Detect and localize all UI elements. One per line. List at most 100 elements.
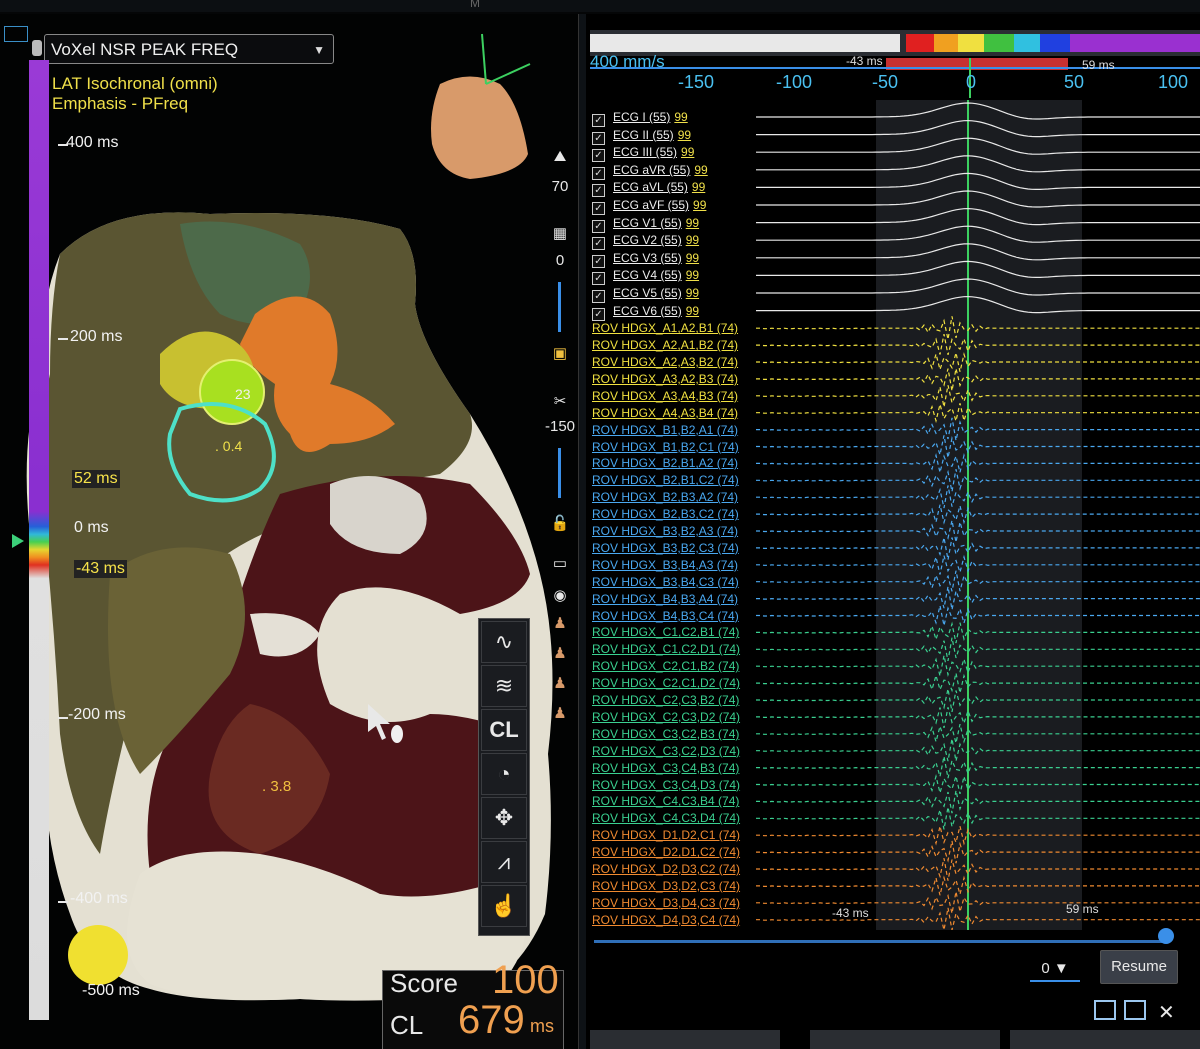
ecg-channel-row[interactable]: ✓ ECG V2 (55) 99 <box>592 233 699 251</box>
torso-view-icon[interactable]: ♟ <box>540 614 578 632</box>
timeline-strip[interactable] <box>590 30 1200 56</box>
unlock-icon[interactable]: 🔓 <box>540 514 578 532</box>
rov-channel-label[interactable]: ROV HDGX_A3,A4,B3 (74) <box>592 389 738 403</box>
noise-tool-icon[interactable]: ⩘ <box>481 841 527 883</box>
channel-checkbox[interactable]: ✓ <box>592 202 605 215</box>
opacity-icon[interactable]: ▦ <box>540 224 578 242</box>
channel-checkbox[interactable]: ✓ <box>592 307 605 321</box>
close-icon[interactable]: ✕ <box>1158 1000 1175 1025</box>
resume-button[interactable]: Resume <box>1100 950 1178 984</box>
ecg-channel-row[interactable]: ✓ ECG V3 (55) 99 <box>592 251 699 268</box>
clip-slider[interactable] <box>558 448 561 498</box>
rov-channel-label[interactable]: ROV HDGX_D1,D2,C1 (74) <box>592 828 740 842</box>
map-type-select[interactable]: VoXel NSR PEAK FREQ ▼ <box>44 34 334 64</box>
channel-checkbox[interactable]: ✓ <box>592 272 605 286</box>
signal-tool-icon[interactable]: ≋ <box>481 665 527 707</box>
rov-channel-label[interactable]: ROV HDGX_A1,A2,B1 (74) <box>592 321 738 335</box>
rov-channel-label[interactable]: ROV HDGX_B2,B3,A2 (74) <box>592 490 738 504</box>
ecg-channel-row[interactable]: ✓ ECG II (55) 99 <box>592 128 691 145</box>
footer-tab[interactable] <box>590 1030 780 1049</box>
scale-lower-bound-label[interactable]: -43 ms <box>74 560 127 578</box>
rov-channel-label[interactable]: ROV HDGX_C1,C2,D1 (74) <box>592 642 740 656</box>
channel-checkbox[interactable]: ✓ <box>592 237 605 251</box>
rov-channel-label[interactable]: ROV HDGX_B3,B2,C3 (74) <box>592 541 739 555</box>
footer-tab[interactable] <box>810 1030 1000 1049</box>
move-icon[interactable]: ✥ <box>481 797 527 839</box>
playback-knob[interactable] <box>1158 928 1174 944</box>
rov-channel-label[interactable]: ROV HDGX_B4,B3,A4 (74) <box>592 592 738 606</box>
rov-channel-label[interactable]: ROV HDGX_C2,C1,D2 (74) <box>592 676 740 690</box>
torso-view-icon[interactable]: ♟ <box>540 704 578 722</box>
rov-channel-label[interactable]: ROV HDGX_C3,C2,B3 (74) <box>592 727 739 741</box>
window-icon[interactable]: ▭ <box>540 554 578 572</box>
lat-color-scale[interactable] <box>29 60 49 1020</box>
channel-checkbox[interactable]: ✓ <box>592 166 605 180</box>
finger-tool-icon[interactable]: ☝ <box>481 885 527 927</box>
waveform-tool-icon[interactable]: ∿ <box>481 621 527 663</box>
rov-channel-label[interactable]: ROV HDGX_B1,B2,A1 (74) <box>592 423 738 437</box>
rov-channel-label[interactable]: ROV HDGX_B2,B3,C2 (74) <box>592 507 739 521</box>
rov-channel-label[interactable]: ROV HDGX_C4,C3,B4 (74) <box>592 794 739 808</box>
channel-checkbox[interactable]: ✓ <box>592 114 605 127</box>
ecg-channel-row[interactable]: ✓ ECG I (55) 99 <box>592 110 688 127</box>
rov-channel-label[interactable]: ROV HDGX_D4,D3,C4 (74) <box>592 913 740 927</box>
lock-icon[interactable] <box>32 40 42 56</box>
rov-channel-label[interactable]: ROV HDGX_B3,B4,C3 (74) <box>592 575 739 589</box>
cl-tool-button[interactable]: CL <box>481 709 527 751</box>
rov-channel-label[interactable]: ROV HDGX_D2,D3,C2 (74) <box>592 862 740 876</box>
scissors-icon[interactable]: ✂ <box>540 392 578 410</box>
rov-channel-label[interactable]: ROV HDGX_B1,B2,C1 (74) <box>592 440 739 454</box>
ecg-channel-row[interactable]: ✓ ECG aVR (55) 99 <box>592 163 708 180</box>
speedometer-icon[interactable]: ◔ <box>481 753 527 795</box>
scale-upper-bound-label[interactable]: 52 ms <box>72 470 120 488</box>
layout-rows-icon[interactable] <box>1094 1000 1116 1020</box>
rov-channel-label[interactable]: ROV HDGX_A2,A1,B2 (74) <box>592 338 738 352</box>
peak-icon[interactable]: ⛰ <box>540 148 578 165</box>
ecg-channel-row[interactable]: ✓ ECG aVF (55) 99 <box>592 198 706 215</box>
rov-channel-label[interactable]: ROV HDGX_C4,C3,D4 (74) <box>592 811 740 825</box>
channel-checkbox[interactable]: ✓ <box>592 184 605 198</box>
rov-channel-label[interactable]: ROV HDGX_D3,D2,C3 (74) <box>592 879 740 893</box>
rov-channel-label[interactable]: ROV HDGX_B3,B4,A3 (74) <box>592 558 738 572</box>
rov-channel-label[interactable]: ROV HDGX_A2,A3,B2 (74) <box>592 355 738 369</box>
footer-tab[interactable] <box>1010 1030 1200 1049</box>
rov-channel-label[interactable]: ROV HDGX_C2,C3,D2 (74) <box>592 710 740 724</box>
channel-checkbox[interactable]: ✓ <box>592 149 605 163</box>
rov-channel-label[interactable]: ROV HDGX_B2,B1,A2 (74) <box>592 456 738 470</box>
rov-channel-label[interactable]: ROV HDGX_C2,C1,B2 (74) <box>592 659 739 673</box>
eye-icon[interactable]: ◉ <box>540 586 578 604</box>
torso-orientation-icon[interactable] <box>431 33 531 179</box>
rov-channel-label[interactable]: ROV HDGX_D2,D1,C2 (74) <box>592 845 740 859</box>
opacity-slider[interactable] <box>558 282 561 332</box>
rov-channel-label[interactable]: ROV HDGX_C2,C3,B2 (74) <box>592 693 739 707</box>
channel-checkbox[interactable]: ✓ <box>592 219 605 233</box>
rov-channel-label[interactable]: ROV HDGX_B3,B2,A3 (74) <box>592 524 738 538</box>
scale-marker-icon[interactable] <box>12 534 24 548</box>
rov-channel-label[interactable]: ROV HDGX_B4,B3,C4 (74) <box>592 609 739 623</box>
channel-checkbox[interactable]: ✓ <box>592 131 605 145</box>
ecg-channel-row[interactable]: ✓ ECG V1 (55) 99 <box>592 216 699 233</box>
layout-cols-icon[interactable] <box>1124 1000 1146 1020</box>
rov-channel-label[interactable]: ROV HDGX_A4,A3,B4 (74) <box>592 406 738 420</box>
torso-view-icon[interactable]: ♟ <box>540 644 578 662</box>
rov-channel-label[interactable]: ROV HDGX_C3,C4,D3 (74) <box>592 778 740 792</box>
panel-toggle-icon[interactable] <box>4 26 28 42</box>
playback-slider[interactable] <box>594 940 1164 943</box>
rov-channel-label[interactable]: ROV HDGX_C3,C4,B3 (74) <box>592 761 739 775</box>
channel-checkbox[interactable]: ✓ <box>592 254 605 268</box>
channel-checkbox[interactable]: ✓ <box>592 290 605 303</box>
map-pane[interactable]: 23 . 0.4 . 3.8 VoXel NSR PEAK FREQ ▼ LAT … <box>0 14 578 1049</box>
ecg-channel-row[interactable]: ✓ ECG V6 (55) 99 <box>592 304 699 321</box>
screen-icon[interactable]: ▣ <box>540 344 578 362</box>
rov-channel-label[interactable]: ROV HDGX_C1,C2,B1 (74) <box>592 625 739 639</box>
ecg-channel-row[interactable]: ✓ ECG aVL (55) 99 <box>592 180 705 198</box>
rov-channel-label[interactable]: ROV HDGX_B2,B1,C2 (74) <box>592 473 739 487</box>
playback-select[interactable]: 0 ▼ <box>1030 958 1080 982</box>
rov-channel-label[interactable]: ROV HDGX_A3,A2,B3 (74) <box>592 372 738 386</box>
rov-channel-label[interactable]: ROV HDGX_C3,C2,D3 (74) <box>592 744 740 758</box>
rov-channel-label[interactable]: ROV HDGX_D3,D4,C3 (74) <box>592 896 740 910</box>
ecg-channel-row[interactable]: ✓ ECG III (55) 99 <box>592 145 694 163</box>
ecg-channel-row[interactable]: ✓ ECG V5 (55) 99 <box>592 286 699 303</box>
ecg-channel-row[interactable]: ✓ ECG V4 (55) 99 <box>592 268 699 286</box>
torso-view-icon[interactable]: ♟ <box>540 674 578 692</box>
